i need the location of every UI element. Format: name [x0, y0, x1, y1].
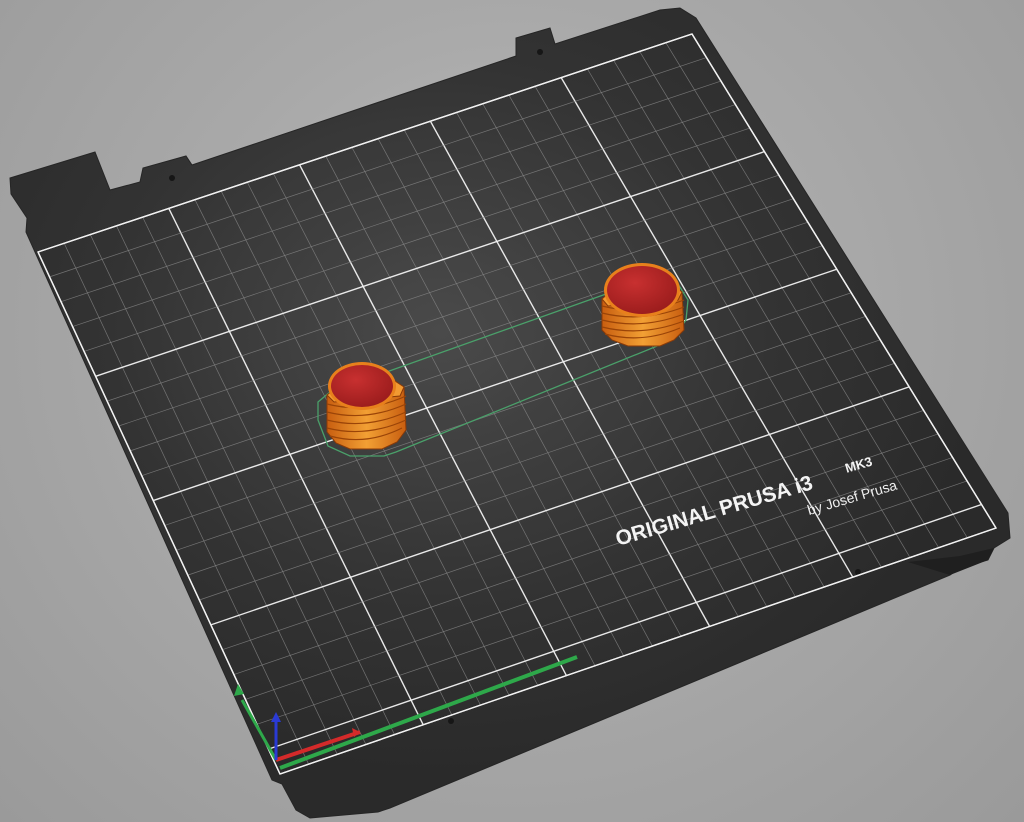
mount-hole: [169, 175, 175, 181]
print-bed: [9, 7, 1011, 819]
scene-canvas[interactable]: ORIGINAL PRUSA i3 MK3 by Josef Prusa: [0, 0, 1024, 822]
object-right-cylinder[interactable]: [601, 263, 685, 347]
cylinder-top-face: [607, 266, 677, 314]
3d-viewport[interactable]: ORIGINAL PRUSA i3 MK3 by Josef Prusa: [0, 0, 1024, 822]
cylinder-top-face: [331, 365, 393, 407]
mount-hole: [448, 718, 454, 724]
mount-hole: [537, 49, 543, 55]
